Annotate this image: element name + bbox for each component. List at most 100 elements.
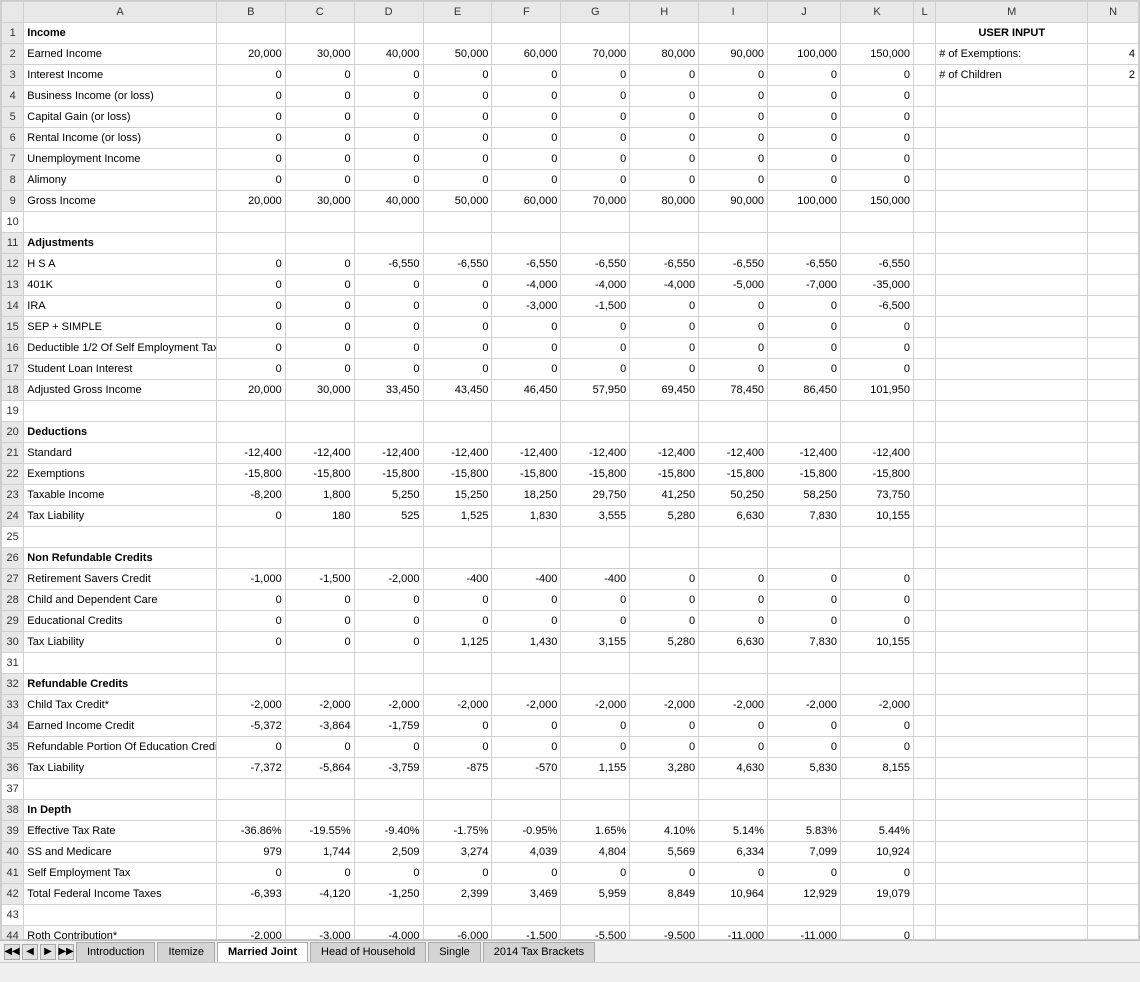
- cell-f[interactable]: 1,830: [492, 506, 561, 527]
- cell-k[interactable]: 0: [841, 611, 914, 632]
- cell-n[interactable]: [1088, 527, 1139, 548]
- tab-married-joint[interactable]: Married Joint: [217, 942, 308, 962]
- cell-e[interactable]: [423, 422, 492, 443]
- cell-g[interactable]: 70,000: [561, 44, 630, 65]
- cell-a[interactable]: SEP + SIMPLE: [24, 317, 217, 338]
- cell-b[interactable]: 979: [216, 842, 285, 863]
- cell-e[interactable]: 15,250: [423, 485, 492, 506]
- cell-j[interactable]: -6,550: [768, 254, 841, 275]
- cell-d[interactable]: 40,000: [354, 44, 423, 65]
- cell-c[interactable]: [285, 674, 354, 695]
- cell-b[interactable]: -2,000: [216, 695, 285, 716]
- cell-f[interactable]: 0: [492, 338, 561, 359]
- cell-c[interactable]: 0: [285, 149, 354, 170]
- cell-n[interactable]: [1088, 296, 1139, 317]
- cell-j[interactable]: [768, 401, 841, 422]
- cell-k[interactable]: -6,550: [841, 254, 914, 275]
- cell-i[interactable]: [699, 422, 768, 443]
- cell-e[interactable]: 0: [423, 65, 492, 86]
- cell-j[interactable]: [768, 233, 841, 254]
- cell-g[interactable]: 0: [561, 338, 630, 359]
- cell-i[interactable]: 0: [699, 65, 768, 86]
- cell-b[interactable]: 0: [216, 863, 285, 884]
- cell-a[interactable]: Refundable Credits: [24, 674, 217, 695]
- cell-h[interactable]: [630, 422, 699, 443]
- cell-f[interactable]: -2,000: [492, 695, 561, 716]
- cell-g[interactable]: -2,000: [561, 695, 630, 716]
- cell-k[interactable]: -2,000: [841, 695, 914, 716]
- cell-b[interactable]: [216, 422, 285, 443]
- cell-a[interactable]: Deductible 1/2 Of Self Employment Tax: [24, 338, 217, 359]
- cell-i[interactable]: 5.14%: [699, 821, 768, 842]
- cell-j[interactable]: 100,000: [768, 44, 841, 65]
- cell-b[interactable]: [216, 527, 285, 548]
- table-row[interactable]: 8Alimony0000000000: [2, 170, 1139, 191]
- cell-i[interactable]: 6,630: [699, 506, 768, 527]
- cell-e[interactable]: 1,125: [423, 632, 492, 653]
- cell-i[interactable]: [699, 401, 768, 422]
- cell-j[interactable]: 0: [768, 296, 841, 317]
- cell-a[interactable]: Refundable Portion Of Education Credit: [24, 737, 217, 758]
- cell-a[interactable]: Alimony: [24, 170, 217, 191]
- cell-e[interactable]: -2,000: [423, 695, 492, 716]
- cell-d[interactable]: -2,000: [354, 569, 423, 590]
- cell-e[interactable]: 2,399: [423, 884, 492, 905]
- cell-k[interactable]: 73,750: [841, 485, 914, 506]
- cell-i[interactable]: -5,000: [699, 275, 768, 296]
- cell-b[interactable]: [216, 212, 285, 233]
- cell-c[interactable]: -12,400: [285, 443, 354, 464]
- cell-k[interactable]: 0: [841, 359, 914, 380]
- cell-c[interactable]: [285, 548, 354, 569]
- cell-a[interactable]: Deductions: [24, 422, 217, 443]
- cell-n[interactable]: [1088, 275, 1139, 296]
- cell-g[interactable]: 0: [561, 611, 630, 632]
- cell-g[interactable]: -15,800: [561, 464, 630, 485]
- cell-g[interactable]: 29,750: [561, 485, 630, 506]
- cell-f[interactable]: 0: [492, 65, 561, 86]
- cell-i[interactable]: -6,550: [699, 254, 768, 275]
- cell-c[interactable]: 0: [285, 359, 354, 380]
- cell-g[interactable]: 70,000: [561, 191, 630, 212]
- cell-n[interactable]: [1088, 863, 1139, 884]
- cell-a[interactable]: Taxable Income: [24, 485, 217, 506]
- cell-b[interactable]: -5,372: [216, 716, 285, 737]
- cell-k[interactable]: [841, 23, 914, 44]
- cell-c[interactable]: -5,864: [285, 758, 354, 779]
- cell-i[interactable]: 0: [699, 338, 768, 359]
- cell-n[interactable]: [1088, 23, 1139, 44]
- cell-e[interactable]: 0: [423, 338, 492, 359]
- tab-single[interactable]: Single: [428, 942, 481, 962]
- cell-f[interactable]: 0: [492, 863, 561, 884]
- cell-f[interactable]: [492, 527, 561, 548]
- cell-e[interactable]: 0: [423, 737, 492, 758]
- cell-b[interactable]: 0: [216, 632, 285, 653]
- cell-e[interactable]: 0: [423, 86, 492, 107]
- cell-i[interactable]: -2,000: [699, 695, 768, 716]
- table-row[interactable]: 32Refundable Credits: [2, 674, 1139, 695]
- cell-a[interactable]: IRA: [24, 296, 217, 317]
- cell-b[interactable]: -6,393: [216, 884, 285, 905]
- cell-a[interactable]: [24, 653, 217, 674]
- cell-a[interactable]: Interest Income: [24, 65, 217, 86]
- cell-g[interactable]: 3,555: [561, 506, 630, 527]
- cell-c[interactable]: 0: [285, 275, 354, 296]
- cell-h[interactable]: 69,450: [630, 380, 699, 401]
- cell-f[interactable]: -6,550: [492, 254, 561, 275]
- cell-a[interactable]: Earned Income Credit: [24, 716, 217, 737]
- cell-f[interactable]: -4,000: [492, 275, 561, 296]
- cell-h[interactable]: 80,000: [630, 44, 699, 65]
- cell-i[interactable]: 78,450: [699, 380, 768, 401]
- cell-i[interactable]: 0: [699, 611, 768, 632]
- cell-f[interactable]: 46,450: [492, 380, 561, 401]
- cell-b[interactable]: 20,000: [216, 191, 285, 212]
- cell-f[interactable]: 0: [492, 611, 561, 632]
- cell-g[interactable]: 5,959: [561, 884, 630, 905]
- cell-c[interactable]: 30,000: [285, 191, 354, 212]
- cell-j[interactable]: 0: [768, 611, 841, 632]
- cell-g[interactable]: 0: [561, 149, 630, 170]
- cell-b[interactable]: -12,400: [216, 443, 285, 464]
- cell-j[interactable]: -11,000: [768, 926, 841, 941]
- tab-nav-prev[interactable]: ◀: [22, 944, 38, 960]
- cell-j[interactable]: [768, 674, 841, 695]
- table-row[interactable]: 2Earned Income20,00030,00040,00050,00060…: [2, 44, 1139, 65]
